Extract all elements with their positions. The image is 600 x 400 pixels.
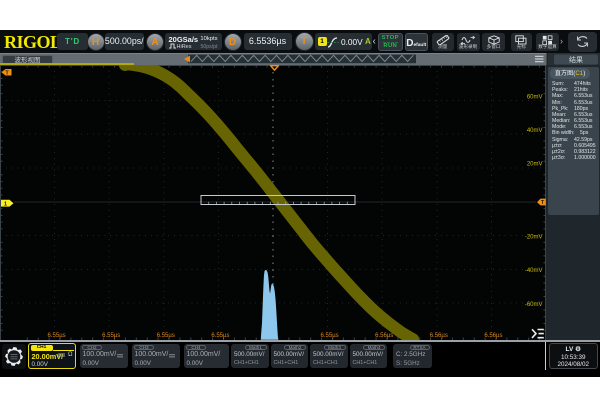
svg-text:6.55µs: 6.55µs — [321, 333, 339, 339]
svg-text:6.55µs: 6.55µs — [211, 333, 229, 339]
svg-text:6.56µs: 6.56µs — [484, 333, 502, 339]
svg-text:-60mV: -60mV — [525, 302, 543, 308]
svg-text:20mV: 20mV — [527, 162, 543, 168]
svg-text:6.55µs: 6.55µs — [102, 333, 120, 339]
svg-text:1: 1 — [4, 202, 7, 208]
svg-text:6.56µs: 6.56µs — [430, 333, 448, 339]
svg-text:6.55µs: 6.55µs — [157, 333, 175, 339]
svg-text:-40mV: -40mV — [525, 268, 543, 274]
svg-text:60mV: 60mV — [527, 94, 543, 100]
svg-text:40mV: 40mV — [527, 128, 543, 134]
svg-text:6.56µs: 6.56µs — [375, 333, 393, 339]
svg-text:6.55µs: 6.55µs — [48, 333, 66, 339]
svg-text:-20mV: -20mV — [525, 235, 543, 241]
